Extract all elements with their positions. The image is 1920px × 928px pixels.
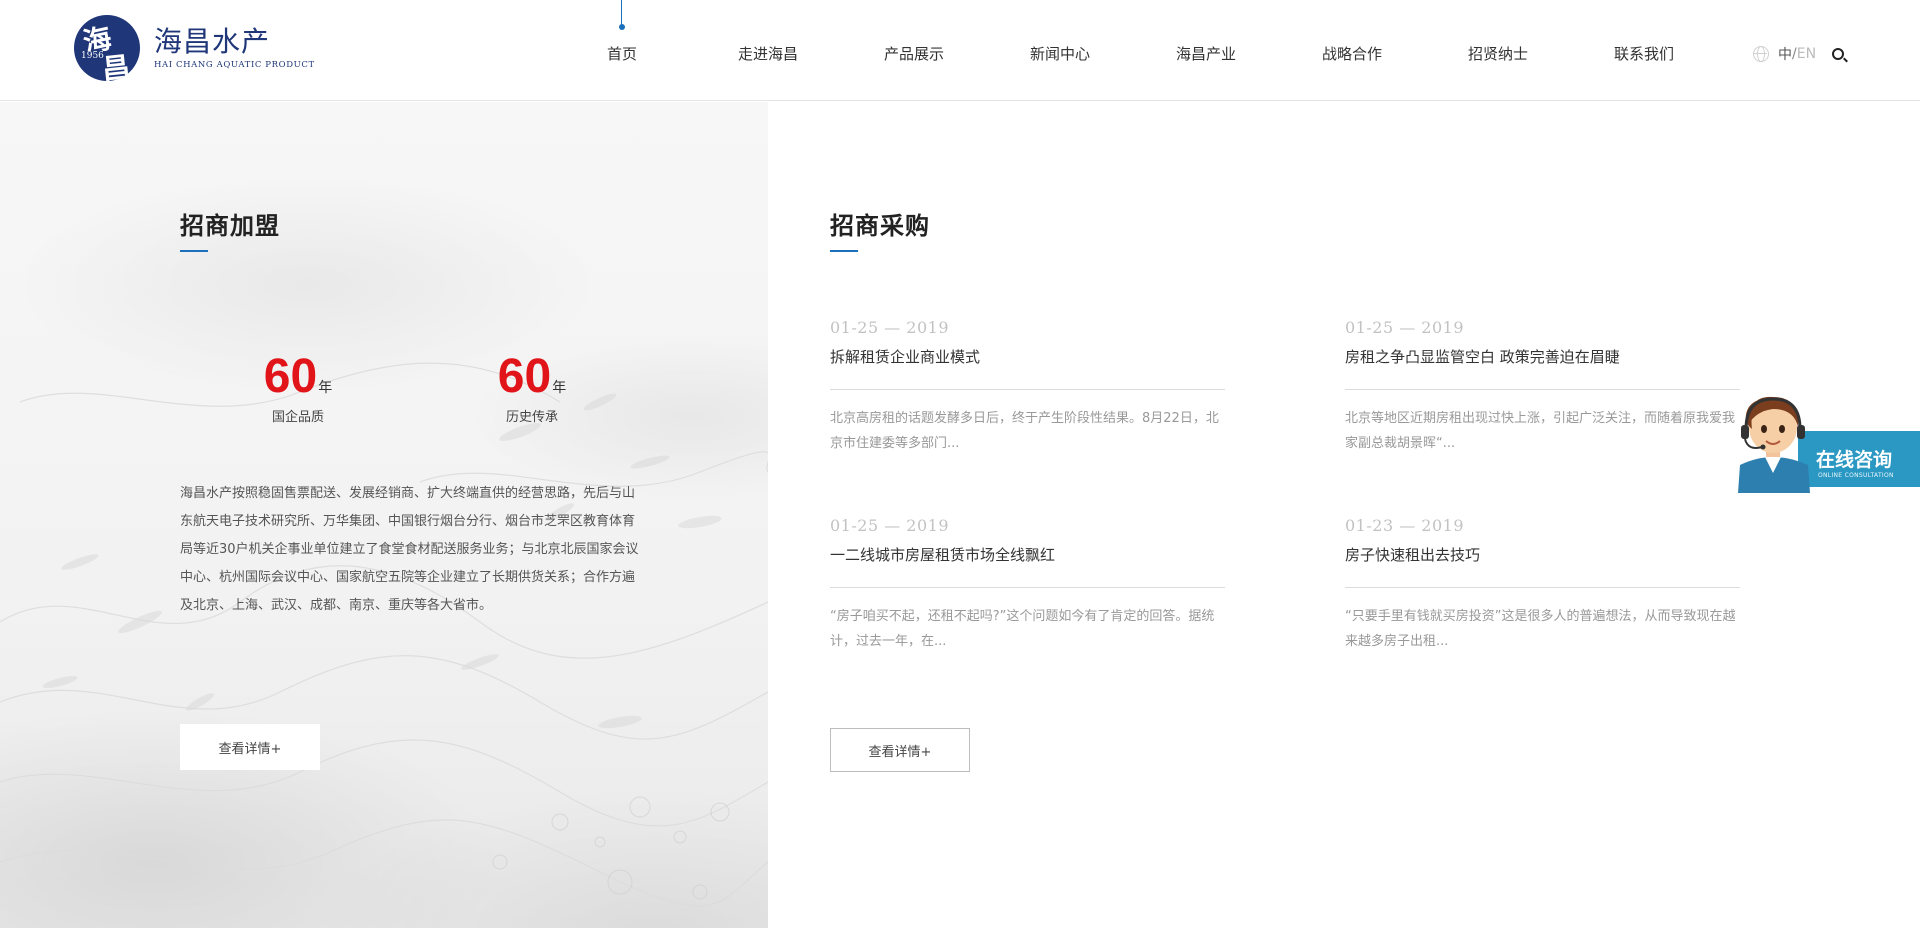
brand-seal-icon: 海 昌 1956	[74, 15, 140, 81]
search-icon[interactable]	[1832, 48, 1844, 60]
news-item[interactable]: 01-23 — 2019 房子快速租出去技巧 “只要手里有钱就买房投资”这是很多…	[1345, 516, 1740, 654]
news-headline[interactable]: 房租之争凸显监管空白 政策完善迫在眉睫	[1345, 346, 1740, 367]
globe-icon	[1753, 46, 1769, 62]
seal-year: 1956	[80, 51, 105, 61]
news-excerpt: “只要手里有钱就买房投资”这是很多人的普遍想法，从而导致现在越来越多房子出租..…	[1345, 609, 1736, 649]
nav-item-careers[interactable]: 招贤纳士	[1425, 0, 1571, 101]
news-excerpt: 北京高房租的话题发酵多日后，终于产生阶段性结果。8月22日，北京市住建委等多部门…	[830, 411, 1219, 451]
news-excerpt: 北京等地区近期房租出现过快上涨，引起广泛关注，而随着原我爱我家副总裁胡景晖“..…	[1345, 411, 1736, 451]
news-divider	[1345, 587, 1740, 588]
join-title-underline	[180, 250, 208, 252]
consult-label-en: ONLINE CONSULTATION	[1818, 472, 1894, 479]
purchase-title: 招商采购	[830, 212, 930, 240]
news-excerpt: “房子咱买不起，还租不起吗?”这个问题如今有了肯定的回答。据统计，过去一年，在.…	[830, 609, 1215, 649]
join-intro-text: 海昌水产按照稳固售票配送、发展经销商、扩大终端直供的经营思路，先后与山东航天电子…	[180, 486, 639, 613]
lang-en-link[interactable]: EN	[1797, 46, 1816, 62]
news-headline[interactable]: 一二线城市房屋租赁市场全线飘红	[830, 544, 1225, 565]
news-date: 01-25 — 2019	[830, 516, 950, 535]
news-date: 01-25 — 2019	[1345, 318, 1465, 337]
news-item[interactable]: 01-25 — 2019 拆解租赁企业商业模式 北京高房租的话题发酵多日后，终于…	[830, 318, 1225, 456]
news-headline[interactable]: 拆解租赁企业商业模式	[830, 346, 1225, 367]
join-title: 招商加盟	[180, 212, 280, 240]
news-item[interactable]: 01-25 — 2019 一二线城市房屋租赁市场全线飘红 “房子咱买不起，还租不…	[830, 516, 1225, 654]
join-panel: 招商加盟 60年 国企品质 60年 历史传承 海昌水产按照稳固售票配送、发展经销…	[0, 102, 768, 928]
purchase-details-button[interactable]: 查看详情+	[830, 728, 970, 772]
news-divider	[1345, 389, 1740, 390]
news-date: 01-23 — 2019	[1345, 516, 1465, 535]
brand-name-cn: 海昌水产	[154, 25, 271, 58]
nav-item-about[interactable]: 走进海昌	[695, 0, 841, 101]
customer-service-avatar-icon	[1738, 396, 1810, 493]
news-divider	[830, 389, 1225, 390]
nav-item-home[interactable]: 首页	[549, 0, 695, 101]
brand-logo[interactable]: 海 昌 1956 海昌水产 HAI CHANG AQUATIC PRODUCT	[74, 15, 315, 81]
brand-wordmark: 海昌水产 HAI CHANG AQUATIC PRODUCT	[154, 25, 315, 71]
nav-item-cooperation[interactable]: 战略合作	[1279, 0, 1425, 101]
news-headline[interactable]: 房子快速租出去技巧	[1345, 544, 1740, 565]
news-item[interactable]: 01-25 — 2019 房租之争凸显监管空白 政策完善迫在眉睫 北京等地区近期…	[1345, 318, 1740, 456]
stat-value: 60	[497, 350, 552, 403]
site-header: 海 昌 1956 海昌水产 HAI CHANG AQUATIC PRODUCT …	[0, 0, 1920, 101]
stat-state-quality: 60年 国企品质	[238, 350, 358, 426]
stat-value: 60	[263, 350, 318, 403]
news-divider	[830, 587, 1225, 588]
nav-item-news[interactable]: 新闻中心	[987, 0, 1133, 101]
language-switch: 中 / EN	[1753, 44, 1816, 64]
stat-unit: 年	[552, 380, 567, 396]
nav-item-industry[interactable]: 海昌产业	[1133, 0, 1279, 101]
main-nav: 首页 走进海昌 产品展示 新闻中心 海昌产业 战略合作 招贤纳士 联系我们	[549, 0, 1717, 101]
online-consult-widget[interactable]: 在线咨询 ONLINE CONSULTATION	[1728, 385, 1920, 493]
stat-label: 国企品质	[271, 410, 324, 425]
stat-history: 60年 历史传承	[472, 350, 592, 426]
nav-item-contact[interactable]: 联系我们	[1571, 0, 1717, 101]
news-date: 01-25 — 2019	[830, 318, 950, 337]
join-details-button[interactable]: 查看详情+	[180, 724, 320, 770]
stat-label: 历史传承	[505, 410, 558, 425]
purchase-title-underline	[830, 250, 858, 252]
stat-unit: 年	[318, 380, 333, 396]
nav-item-products[interactable]: 产品展示	[841, 0, 987, 101]
consult-label-cn: 在线咨询	[1816, 449, 1893, 471]
brand-name-en: HAI CHANG AQUATIC PRODUCT	[154, 60, 315, 70]
lang-cn-link[interactable]: 中	[1778, 44, 1792, 64]
